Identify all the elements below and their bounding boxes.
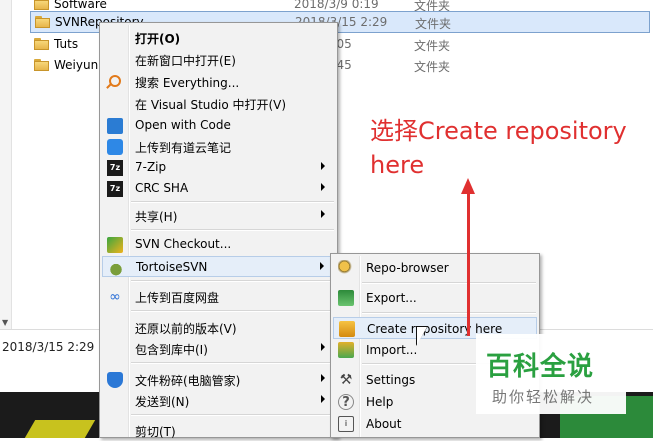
menu-item-label: 上传到百度网盘	[135, 291, 220, 305]
menu-item-label: Export...	[366, 291, 417, 305]
menu-separator	[131, 414, 334, 416]
menu-separator	[131, 310, 334, 312]
menu-separator	[131, 362, 334, 364]
menu-item-send-to[interactable]: 发送到(N)	[102, 390, 335, 411]
menu-item-label: Repo-browser	[366, 261, 449, 275]
annotation-text: 选择Create repository here	[370, 114, 650, 182]
menu-item-open-visual-studio[interactable]: 在 Visual Studio 中打开(V)	[102, 93, 335, 114]
watermark: 百科全说 助你轻松解决	[476, 334, 626, 414]
settings-icon: ⚒	[339, 372, 353, 388]
menu-item-search-everything[interactable]: 搜索 Everything...	[102, 71, 335, 92]
menu-item-label: 上传到有道云笔记	[135, 141, 232, 155]
menu-item-file-shredder[interactable]: 文件粉碎(电脑管家)	[102, 369, 335, 390]
menu-separator	[362, 282, 536, 284]
menu-item-open-new-window[interactable]: 在新窗口中打开(E)	[102, 49, 335, 70]
create-repo-icon	[339, 321, 355, 337]
file-type: 文件夹	[415, 17, 452, 31]
folder-icon	[34, 59, 49, 71]
menu-item-label: 包含到库中(I)	[135, 343, 208, 357]
menu-item-label: About	[366, 417, 402, 431]
menu-item-label: 发送到(N)	[135, 395, 190, 409]
menu-item-youdao[interactable]: 上传到有道云笔记	[102, 136, 335, 157]
menu-item-repo-browser[interactable]: Repo-browser	[333, 257, 537, 279]
scrollbar[interactable]: ▼	[0, 0, 12, 330]
menu-item-label: 还原以前的版本(V)	[135, 322, 237, 336]
submenu-arrow-icon	[321, 183, 325, 191]
file-type: 文件夹	[414, 60, 451, 74]
watermark-subtitle: 助你轻松解决	[492, 388, 595, 406]
menu-item-label: CRC SHA	[135, 181, 189, 195]
menu-item-svn-checkout[interactable]: SVN Checkout...	[102, 234, 335, 255]
menu-separator	[131, 229, 334, 231]
menu-item-label: 7-Zip	[135, 160, 167, 174]
cursor-fill	[417, 327, 427, 345]
file-date: 2018/3/9 0:19	[294, 0, 379, 11]
submenu-arrow-icon	[321, 343, 325, 351]
menu-item-label: SVN Checkout...	[135, 237, 232, 251]
help-icon: ?	[338, 394, 354, 410]
menu-item-label: Help	[366, 395, 394, 409]
menu-separator	[131, 280, 334, 282]
7zip-icon: 7z	[107, 160, 123, 176]
menu-item-label: 在 Visual Studio 中打开(V)	[135, 98, 287, 112]
folder-icon	[35, 16, 50, 28]
folder-icon	[34, 38, 49, 50]
menu-item-7zip[interactable]: 7z 7-Zip	[102, 157, 335, 178]
repo-browser-icon	[338, 260, 354, 276]
about-icon: i	[338, 416, 354, 432]
menu-item-include-library[interactable]: 包含到库中(I)	[102, 338, 335, 359]
submenu-arrow-icon	[320, 262, 324, 270]
svn-checkout-icon	[107, 237, 123, 253]
vscode-icon	[107, 118, 123, 134]
menu-item-label: Settings	[366, 373, 416, 387]
menu-item-open-with-code[interactable]: Open with Code	[102, 115, 335, 136]
watermark-title: 百科全说	[486, 352, 595, 382]
file-name: Tuts	[54, 37, 79, 51]
menu-item-open[interactable]: 打开(O)	[102, 27, 335, 48]
menu-item-label: 文件粉碎(电脑管家)	[135, 374, 241, 388]
annotation-line: here	[370, 151, 425, 179]
baidu-icon: ∞	[109, 289, 121, 305]
menu-separator	[362, 312, 536, 314]
menu-item-label: 搜索 Everything...	[135, 76, 240, 90]
scroll-down-arrow-icon[interactable]: ▼	[2, 318, 8, 327]
shield-icon	[107, 372, 123, 388]
annotation-line: 选择Create repository	[370, 117, 627, 145]
menu-item-label: Open with Code	[135, 118, 231, 132]
export-icon	[338, 290, 354, 306]
menu-item-restore-previous[interactable]: 还原以前的版本(V)	[102, 317, 335, 338]
submenu-arrow-icon	[321, 210, 325, 218]
file-name: Software	[54, 0, 107, 11]
menu-separator	[131, 201, 334, 203]
file-type: 文件夹	[414, 39, 451, 53]
menu-item-export[interactable]: Export...	[333, 287, 537, 309]
submenu-arrow-icon	[321, 162, 325, 170]
submenu-arrow-icon	[321, 395, 325, 403]
menu-item-label: 剪切(T)	[135, 425, 176, 439]
menu-item-label: TortoiseSVN	[136, 260, 208, 274]
menu-item-baidu[interactable]: ∞ 上传到百度网盘	[102, 286, 335, 307]
arrow-line	[467, 190, 470, 336]
menu-item-label: 打开(O)	[135, 32, 181, 46]
menu-item-tortoisesvn[interactable]: TortoiseSVN	[102, 256, 335, 277]
youdao-icon	[107, 139, 123, 155]
menu-item-crc-sha[interactable]: 7z CRC SHA	[102, 178, 335, 199]
submenu-arrow-icon	[321, 374, 325, 382]
context-menu: 打开(O) 在新窗口中打开(E) 搜索 Everything... 在 Visu…	[99, 22, 338, 439]
menu-item-label: 共享(H)	[135, 210, 178, 224]
tortoise-icon	[108, 260, 124, 276]
crc-icon: 7z	[107, 181, 123, 197]
taskbar-decoration	[24, 420, 96, 438]
folder-icon	[34, 0, 49, 10]
menu-item-label: 在新窗口中打开(E)	[135, 54, 236, 68]
menu-item-share[interactable]: 共享(H)	[102, 205, 335, 226]
import-icon	[338, 342, 354, 358]
menu-item-label: Import...	[366, 343, 418, 357]
menu-item-about[interactable]: i About	[333, 413, 537, 435]
status-date: 2018/3/15 2:29	[2, 340, 95, 354]
